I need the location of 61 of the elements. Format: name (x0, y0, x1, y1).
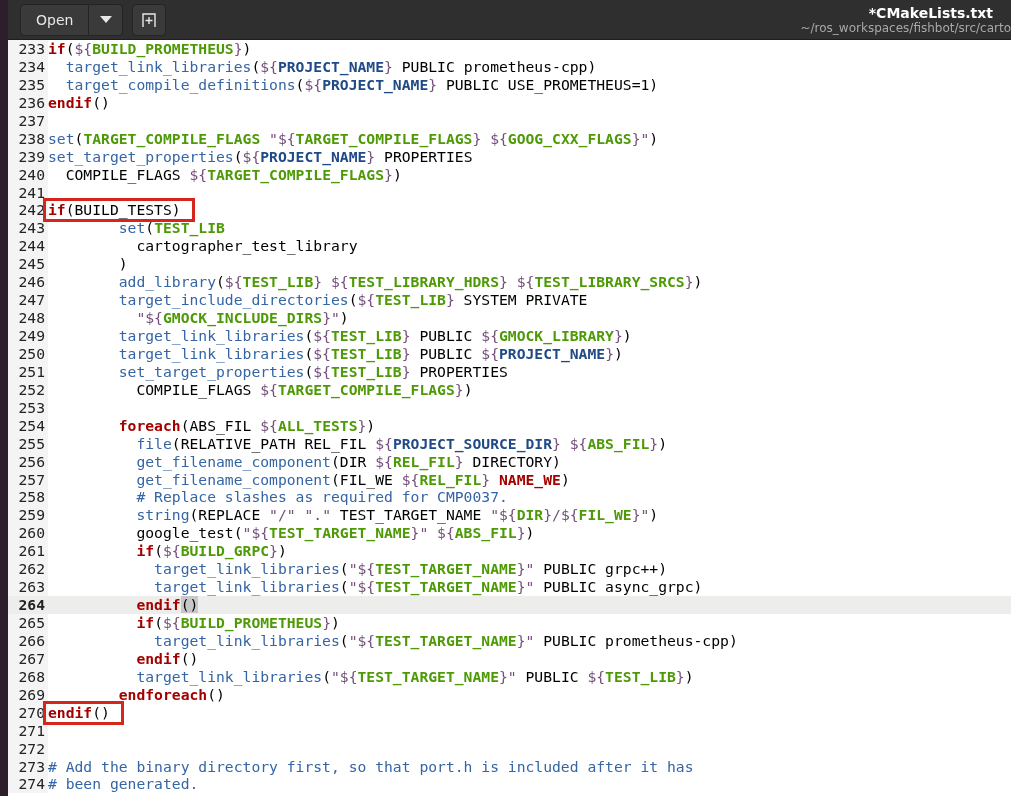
window-title: *CMakeLists.txt (868, 4, 994, 21)
code-line: COMPILE_FLAGS ${TARGET_COMPILE_FLAGS}) (65, 165, 402, 183)
code-line: if(${BUILD_PROMETHEUS}) (135, 614, 340, 631)
line-number: 242 (8, 201, 48, 220)
new-tab-button[interactable] (132, 3, 167, 36)
code-line: target_link_libraries("${TEST_TARGET_NAME}" PUBLIC grpc++) (153, 560, 667, 578)
code-line: target_link_libraries(${TEST_LIB} PUBLIC ${GMOCK_LIBRARY}) (117, 327, 632, 344)
line-number: 247 (8, 291, 48, 310)
code-line: # Add the binary directory first, so that port.h is included after it has (48, 757, 694, 775)
open-button[interactable]: Open (20, 3, 90, 36)
code-line: cartographer_test_library (135, 237, 358, 255)
code-line: target_link_libraries(${PROJECT_NAME} PUBLIC prometheus-cpp) (64, 57, 597, 75)
line-number: 265 (8, 614, 48, 632)
code-line: file(RELATIVE_PATH REL_FIL ${PROJECT_SOURCE_DIR} ${ABS_FIL}) (135, 434, 667, 452)
code-line: if(${BUILD_PROMETHEUS}) (48, 40, 252, 57)
file-path: ~/ros_workspaces/fishbot/src/carto (800, 20, 1011, 35)
line-number: 263 (8, 578, 48, 597)
dropdown-button[interactable] (89, 3, 124, 36)
code-line: foreach(ABS_FIL ${ALL_TESTS}) (117, 416, 376, 434)
code-line: set_target_properties(${TEST_LIB} PROPERTIES (117, 362, 508, 380)
code-line: endif() (48, 93, 110, 111)
code-line: target_include_directories(${TEST_LIB} SYSTEM PRIVATE (117, 291, 588, 309)
line-number: 233 (8, 40, 48, 58)
code-line: target_compile_definitions(${PROJECT_NAME} PUBLIC USE_PROMETHEUS=1) (64, 75, 659, 93)
line-number: 261 (8, 542, 48, 561)
line-number: 260 (8, 524, 48, 543)
line-number: 274 (8, 775, 48, 794)
code-line: ) (117, 255, 128, 273)
code-line: if(${BUILD_GRPC}) (135, 542, 287, 560)
code-line: "${GMOCK_INCLUDE_DIRS}") (135, 309, 349, 327)
code-line: target_link_libraries(${TEST_LIB} PUBLIC ${PROJECT_NAME}) (117, 344, 623, 362)
code-line: string(REPLACE "/" "." TEST_TARGET_NAME "${DIR}/${FIL_WE}") (135, 506, 659, 524)
code-line: target_link_libraries("${TEST_TARGET_NAME}" PUBLIC async_grpc) (153, 578, 703, 596)
code-line: endif() (135, 596, 199, 614)
code-line: get_filename_component(DIR ${REL_FIL} DIRECTORY) (135, 452, 561, 470)
line-number: 262 (8, 560, 48, 579)
line-number: 245 (8, 255, 48, 274)
line-number: 248 (8, 309, 48, 327)
code-line: # Replace slashes as required for CMP0037. (135, 488, 508, 506)
line-number: 258 (8, 488, 48, 507)
code-line: set_target_properties(${PROJECT_NAME} PROPERTIES (48, 147, 473, 165)
code-line: set(TEST_LIB (117, 219, 225, 237)
code-line: target_link_libraries("${TEST_TARGET_NAME}" PUBLIC ${TEST_LIB}) (135, 667, 694, 685)
code-line: google_test("${TEST_TARGET_NAME}" ${ABS_FIL}) (135, 524, 535, 542)
code-line: if(BUILD_TESTS) (48, 201, 181, 219)
code-line: set(TARGET_COMPILE_FLAGS "${TARGET_COMPILE_FLAGS} ${GOOG_CXX_FLAGS}") (48, 129, 659, 147)
line-number: 244 (8, 237, 48, 256)
line-number: 243 (8, 219, 48, 238)
code-line: endif() (135, 649, 199, 667)
line-number: 246 (8, 273, 48, 292)
line-number: 259 (8, 506, 48, 525)
caret-icon (99, 16, 112, 23)
code-line: # been generated. (48, 775, 199, 793)
new-tab-icon (141, 11, 158, 28)
code-line: endforeach() (117, 685, 225, 703)
line-number: 249 (8, 327, 48, 345)
code-line: COMPILE_FLAGS ${TARGET_COMPILE_FLAGS}) (136, 380, 473, 398)
code-line: add_library(${TEST_LIB} ${TEST_LIBRARY_HDRS} ${TEST_LIBRARY_SRCS}) (117, 273, 703, 291)
code-line: get_filename_component(FIL_WE ${REL_FIL} NAME_WE) (135, 470, 570, 488)
code-line: target_link_libraries("${TEST_TARGET_NAME}" PUBLIC prometheus-cpp) (153, 631, 738, 649)
code-line: endif() (48, 703, 110, 721)
